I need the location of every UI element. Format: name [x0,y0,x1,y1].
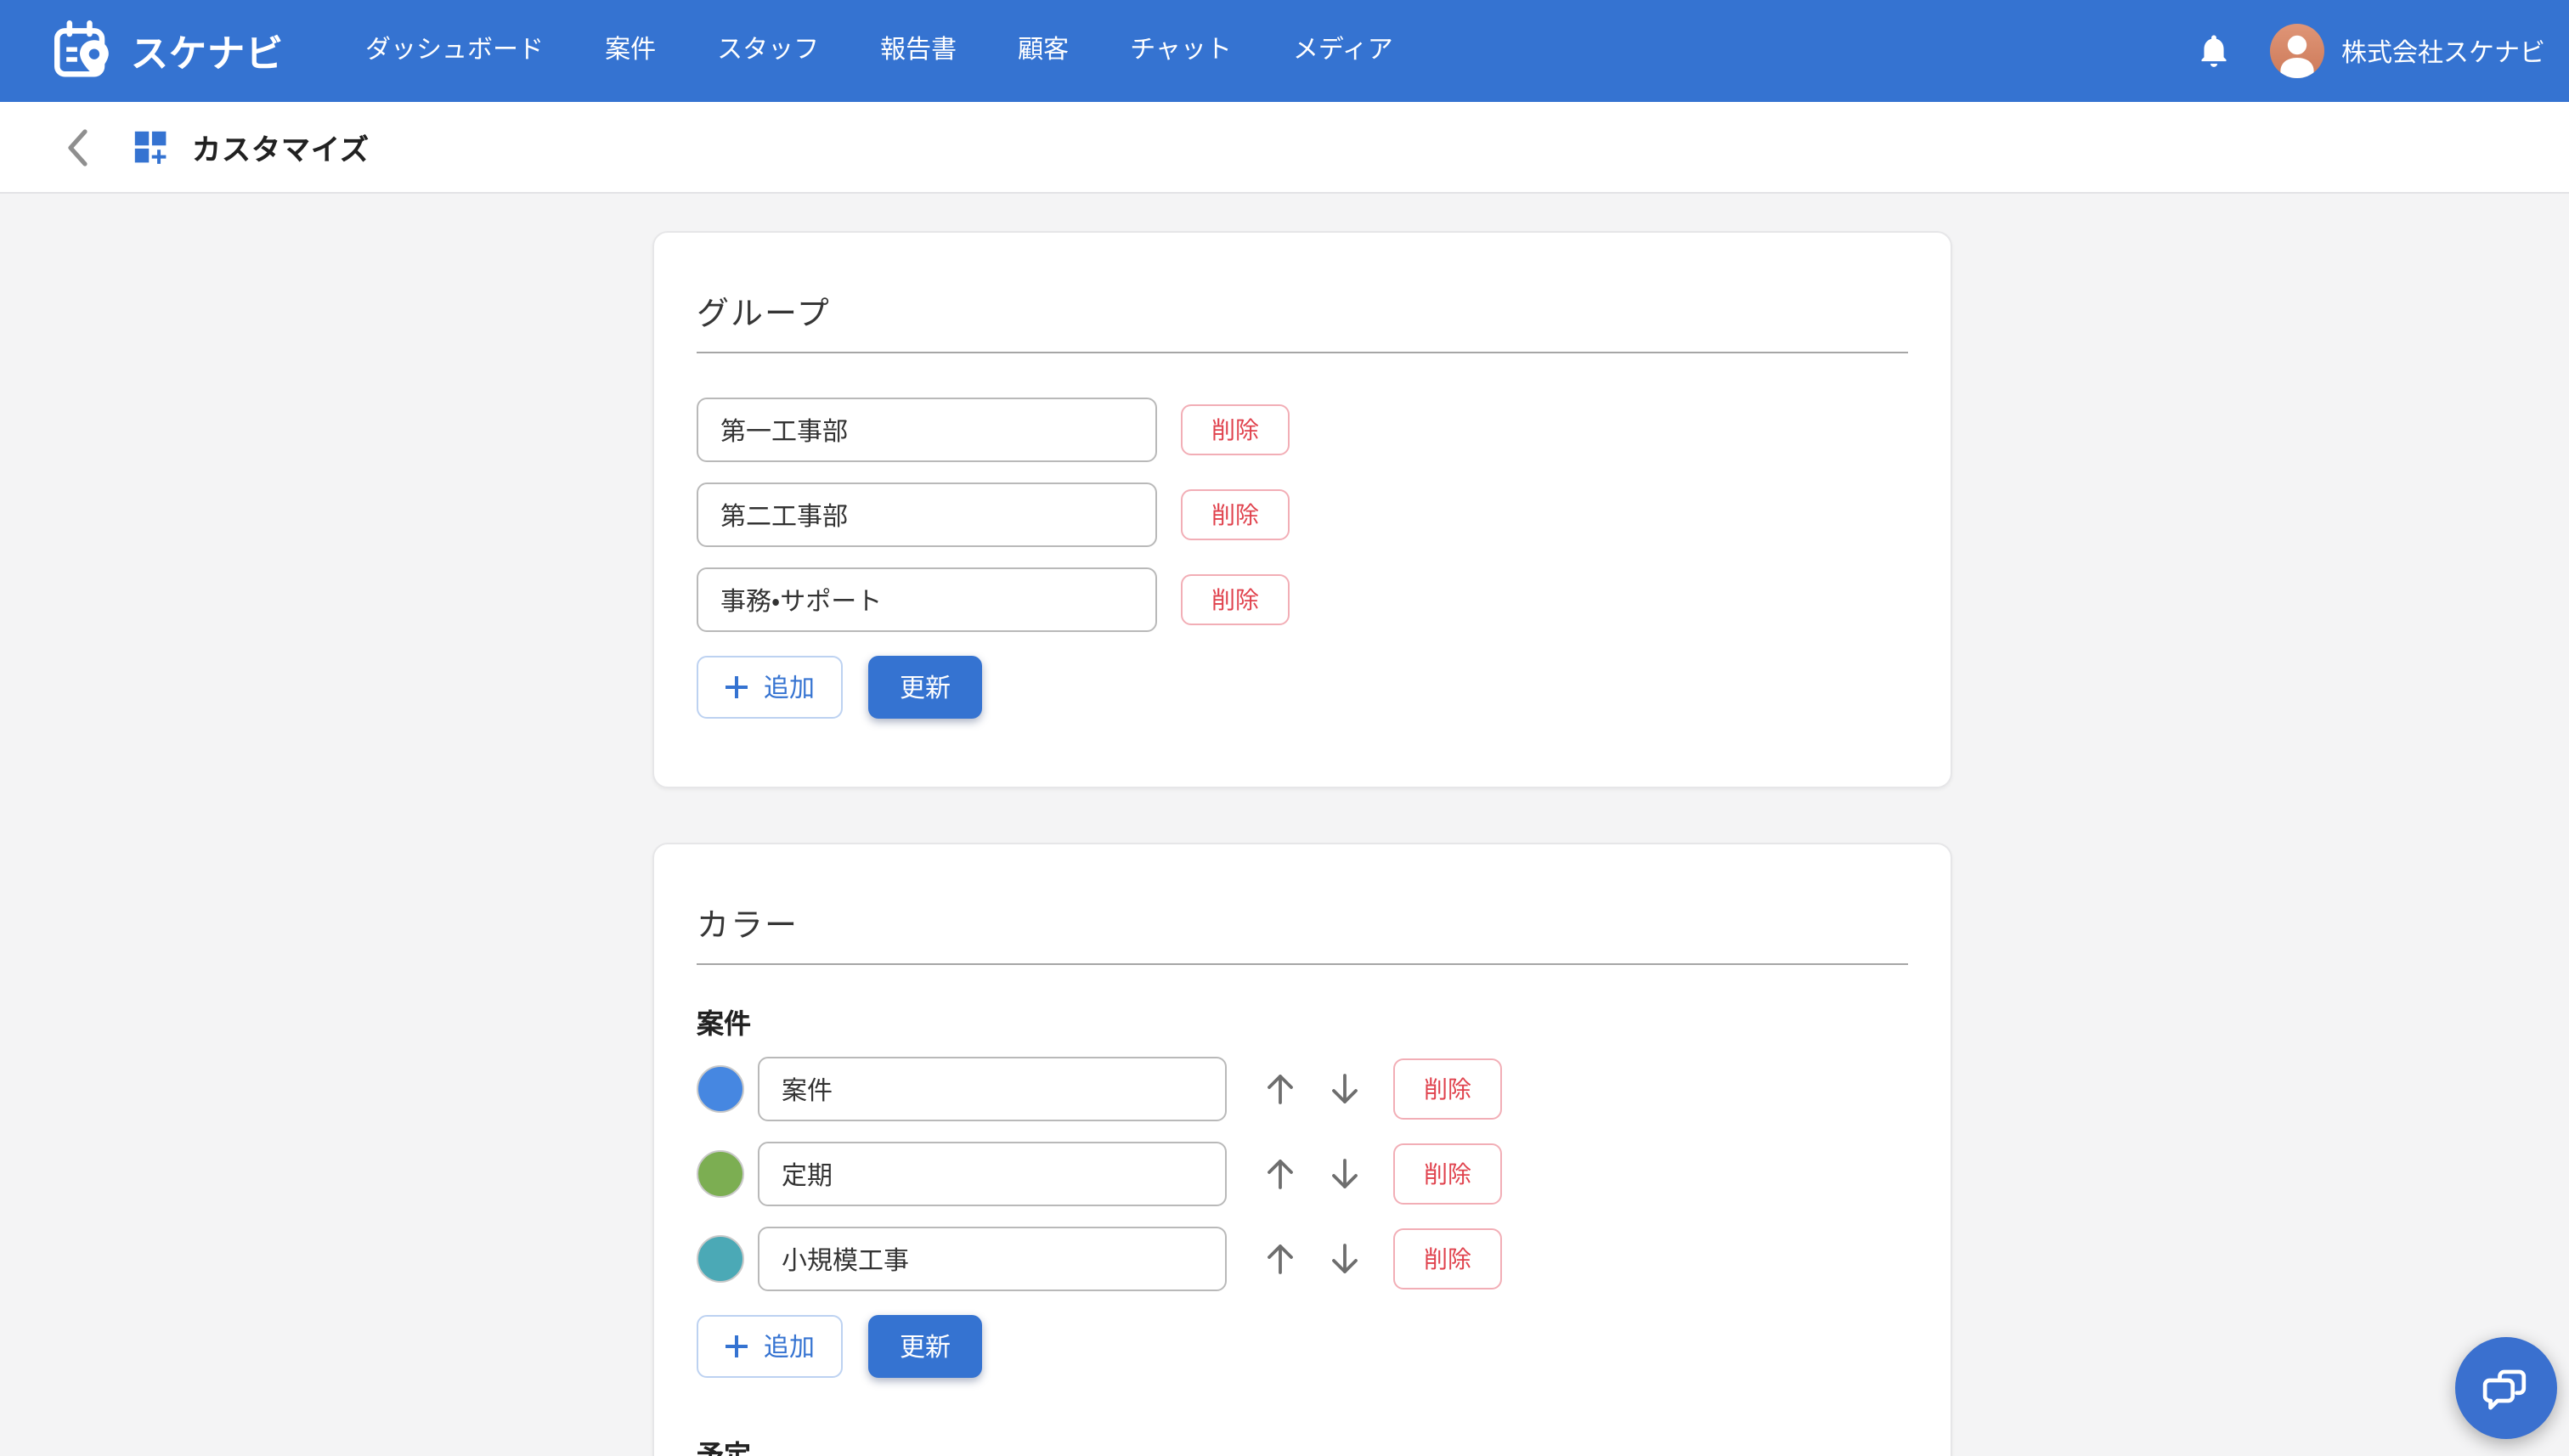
add-color-button[interactable]: 追加 [697,1315,843,1378]
group-rows: 削除 削除 削除 [697,398,1908,632]
delete-color-button[interactable]: 削除 [1393,1143,1502,1205]
add-color-label: 追加 [764,1329,815,1364]
delete-color-button[interactable]: 削除 [1393,1228,1502,1290]
project-color-actions: 追加 更新 [697,1315,1908,1378]
page-header: カスタマイズ [0,102,2569,194]
calendar-pin-logo-icon [51,17,119,85]
group-name-input[interactable] [697,483,1157,547]
project-colors-heading: 案件 [697,1001,1908,1041]
delete-group-button[interactable]: 削除 [1181,404,1290,455]
group-name-input[interactable] [697,398,1157,462]
chat-bubbles-icon [2481,1363,2532,1414]
update-groups-button[interactable]: 更新 [868,656,982,719]
color-card-title: カラー [697,900,1908,946]
customize-grid-icon [131,127,170,166]
app-viewport: スケナビ ダッシュボード 案件 スタッフ 報告書 顧客 チャット メディア 株式… [0,0,2569,1456]
nav-item-projects[interactable]: 案件 [574,0,686,102]
nav-item-reports[interactable]: 報告書 [850,0,987,102]
move-up-button[interactable] [1262,1240,1298,1278]
schedule-colors-heading: 予定 [697,1432,1908,1456]
nav-item-staff[interactable]: スタッフ [686,0,850,102]
brand-name: スケナビ [131,24,284,78]
notifications-bell-icon[interactable] [2195,32,2233,70]
group-row: 削除 [697,483,1908,547]
color-swatch[interactable] [697,1235,744,1283]
group-card: グループ 削除 削除 削除 [652,231,1952,788]
move-up-button[interactable] [1262,1070,1298,1108]
divider [697,963,1908,965]
top-navbar: スケナビ ダッシュボード 案件 スタッフ 報告書 顧客 チャット メディア 株式… [0,0,2569,102]
update-colors-button[interactable]: 更新 [868,1315,982,1378]
color-name-input[interactable] [758,1227,1227,1291]
main-content: グループ 削除 削除 削除 [0,194,2569,1456]
move-down-button[interactable] [1327,1240,1363,1278]
add-group-label: 追加 [764,669,815,705]
main-nav: ダッシュボード 案件 スタッフ 報告書 顧客 チャット メディア [335,0,1424,102]
color-name-input[interactable] [758,1142,1227,1206]
user-avatar[interactable] [2270,24,2324,78]
nav-item-dashboard[interactable]: ダッシュボード [335,0,574,102]
move-down-button[interactable] [1327,1155,1363,1193]
color-row: 削除 [697,1057,1908,1121]
plus-icon [725,1334,750,1359]
color-row: 削除 [697,1227,1908,1291]
back-chevron-icon[interactable] [65,127,90,167]
move-down-button[interactable] [1327,1070,1363,1108]
delete-group-button[interactable]: 削除 [1181,574,1290,625]
plus-icon [725,674,750,700]
page-title: カスタマイズ [192,126,370,168]
group-actions: 追加 更新 [697,656,1908,719]
color-card: カラー 案件 削除 [652,843,1952,1456]
chat-fab-button[interactable] [2455,1337,2557,1439]
add-group-button[interactable]: 追加 [697,656,843,719]
project-color-rows: 削除 削除 [697,1057,1908,1291]
divider [697,352,1908,353]
group-row: 削除 [697,567,1908,632]
color-swatch[interactable] [697,1150,744,1198]
nav-item-media[interactable]: メディア [1262,0,1424,102]
nav-item-chat[interactable]: チャット [1099,0,1262,102]
group-row: 削除 [697,398,1908,462]
company-name[interactable]: 株式会社スケナビ [2341,33,2545,69]
group-name-input[interactable] [697,567,1157,632]
move-up-button[interactable] [1262,1155,1298,1193]
delete-group-button[interactable]: 削除 [1181,489,1290,540]
color-name-input[interactable] [758,1057,1227,1121]
group-card-title: グループ [697,289,1908,335]
delete-color-button[interactable]: 削除 [1393,1058,1502,1120]
nav-item-customers[interactable]: 顧客 [987,0,1099,102]
color-swatch[interactable] [697,1065,744,1113]
color-row: 削除 [697,1142,1908,1206]
brand-logo[interactable]: スケナビ [51,17,284,85]
